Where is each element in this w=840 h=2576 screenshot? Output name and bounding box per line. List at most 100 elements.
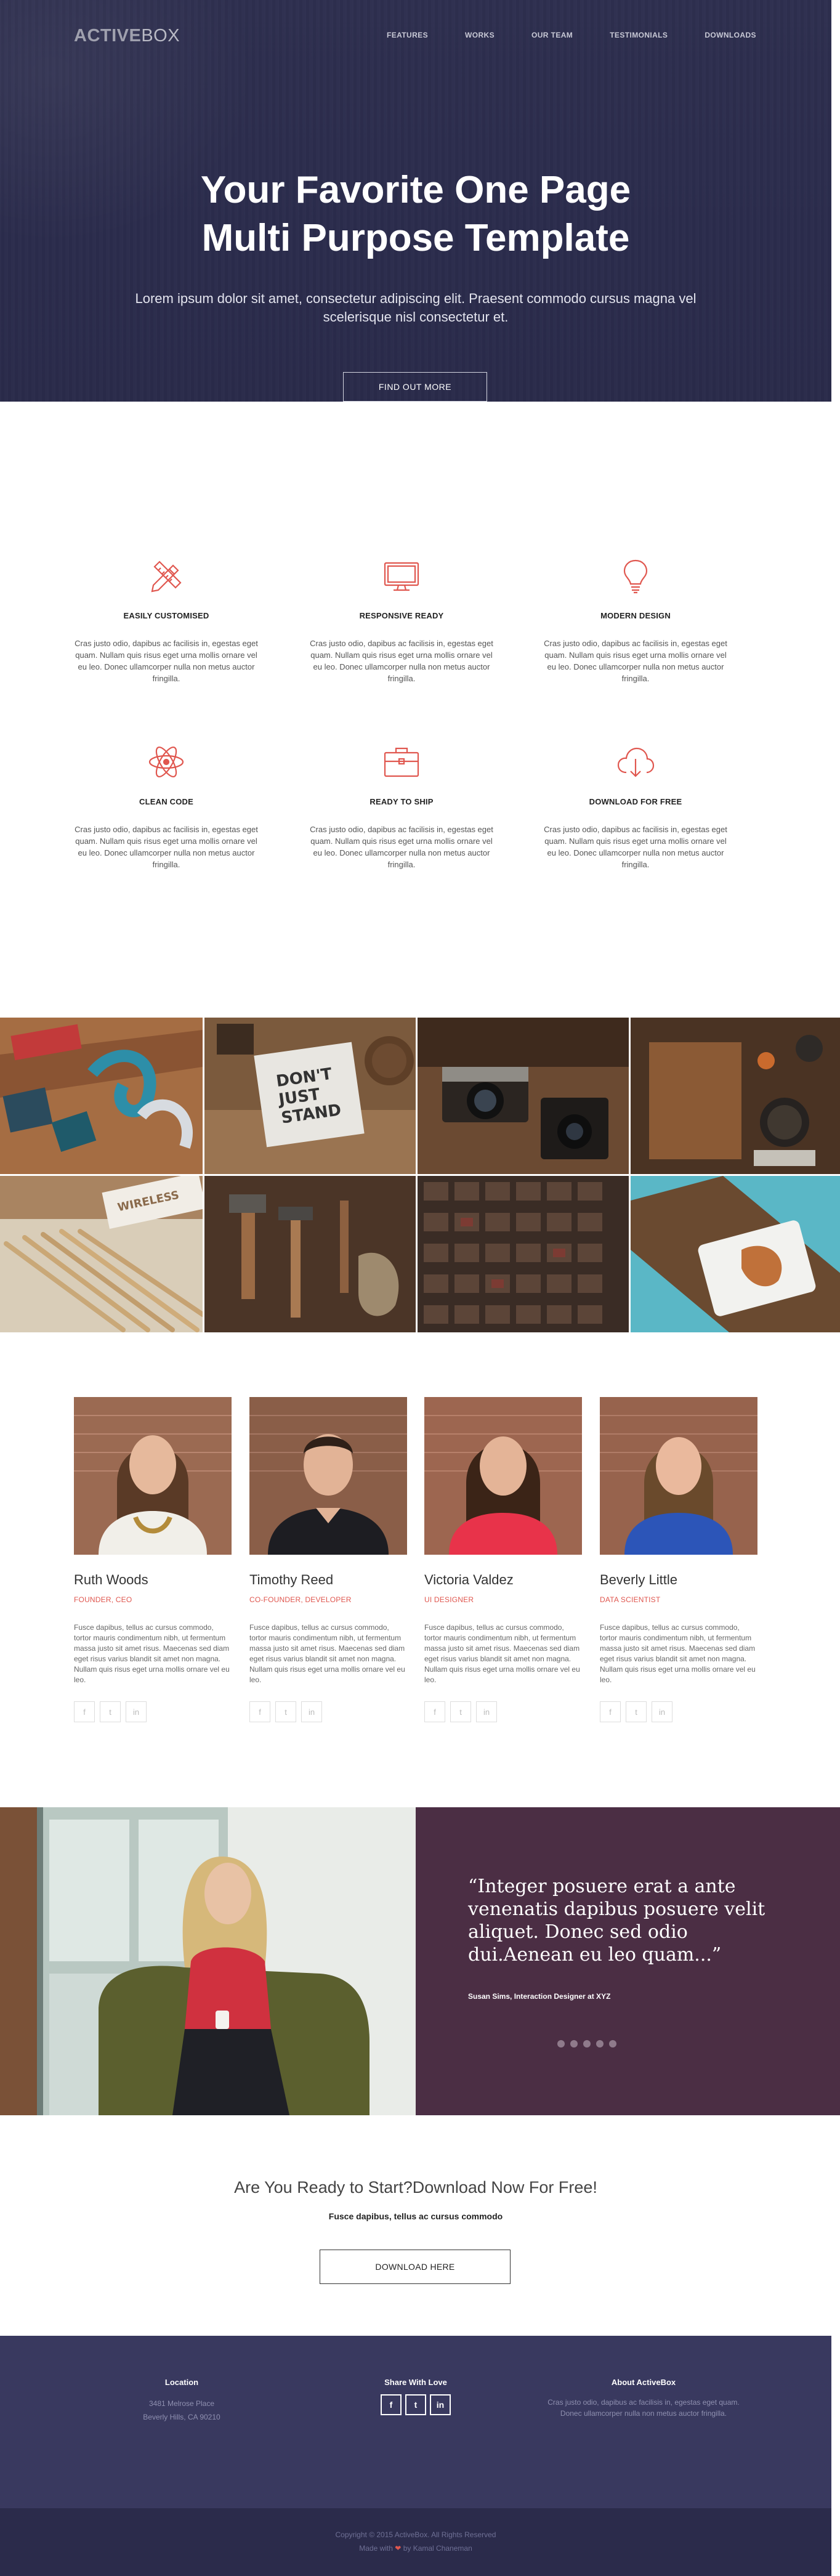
gallery-tile-stationery[interactable] bbox=[0, 1018, 203, 1174]
monitor-icon bbox=[380, 554, 423, 597]
logo[interactable]: ACTIVEBOX bbox=[74, 26, 180, 46]
feature-title: READY TO SHIP bbox=[370, 797, 434, 806]
team-member: Ruth Woods FOUNDER, CEO Fusce dapibus, t… bbox=[74, 1397, 232, 1722]
footer-share-title: Share With Love bbox=[384, 2378, 447, 2387]
footer-location-title: Location bbox=[164, 2378, 199, 2387]
team-socials: f t in bbox=[600, 1701, 757, 1722]
team-member-name: Timothy Reed bbox=[249, 1572, 334, 1587]
team-member-name: Ruth Woods bbox=[74, 1572, 148, 1587]
feature-title: RESPONSIVE READY bbox=[359, 611, 444, 620]
find-out-more-button[interactable]: FIND OUT MORE bbox=[343, 372, 487, 402]
made-with-suffix[interactable]: by Kamal Chaneman bbox=[403, 2544, 472, 2553]
nav-features[interactable]: FEATURES bbox=[387, 31, 428, 39]
team-photo bbox=[74, 1397, 232, 1555]
team-photo bbox=[249, 1397, 407, 1555]
gallery-tile-food-plate[interactable] bbox=[631, 1176, 840, 1332]
twitter-icon[interactable]: t bbox=[450, 1701, 471, 1722]
facebook-icon[interactable]: f bbox=[74, 1701, 95, 1722]
nav-works[interactable]: WORKS bbox=[465, 31, 495, 39]
copyright-text: Copyright © 2015 ActiveBox. All Rights R… bbox=[335, 2530, 496, 2539]
testimonial-quote: “Integer posuere erat a ante venenatis d… bbox=[468, 1876, 765, 1966]
gallery-tile-cameras[interactable] bbox=[418, 1018, 629, 1174]
feature-text: Cras justo odio, dapibus ac facilisis in… bbox=[310, 825, 493, 869]
made-with-line: Made with ❤ by Kamal Chaneman bbox=[0, 2542, 831, 2555]
gallery-tile-dont-stand-there[interactable]: DON'T JUST STAND bbox=[204, 1018, 416, 1174]
team-socials: f t in bbox=[249, 1701, 407, 1722]
feature-item: MODERN DESIGN Cras justo odio, dapibus a… bbox=[543, 554, 728, 684]
feature-title: DOWNLOAD FOR FREE bbox=[589, 797, 682, 806]
team-member-bio: Fusce dapibus, tellus ac cursus commodo,… bbox=[424, 1623, 580, 1684]
nav-downloads[interactable]: DOWNLOADS bbox=[705, 31, 756, 39]
pagination-dot[interactable] bbox=[557, 2040, 565, 2047]
gallery-tile-tools[interactable] bbox=[204, 1176, 416, 1332]
feature-text: Cras justo odio, dapibus ac facilisis in… bbox=[544, 825, 727, 869]
download-here-button[interactable]: DOWNLOAD HERE bbox=[320, 2250, 511, 2284]
twitter-icon[interactable]: t bbox=[275, 1701, 296, 1722]
feature-item: EASILY CUSTOMISED Cras justo odio, dapib… bbox=[74, 554, 259, 684]
linkedin-icon[interactable]: in bbox=[476, 1701, 497, 1722]
nav-our-team[interactable]: OUR TEAM bbox=[531, 31, 573, 39]
feature-item: DOWNLOAD FOR FREE Cras justo odio, dapib… bbox=[543, 740, 728, 870]
feature-item: CLEAN CODE Cras justo odio, dapibus ac f… bbox=[74, 740, 259, 870]
nav-testimonials[interactable]: TESTIMONIALS bbox=[610, 31, 668, 39]
footer-socials: f t in bbox=[342, 2394, 490, 2415]
linkedin-icon[interactable]: in bbox=[430, 2394, 451, 2415]
twitter-icon[interactable]: t bbox=[626, 1701, 647, 1722]
feature-title: MODERN DESIGN bbox=[600, 611, 671, 620]
address-line1: 3481 Melrose Place bbox=[148, 2399, 215, 2408]
footer-address: 3481 Melrose Place Beverly Hills, CA 902… bbox=[108, 2397, 256, 2424]
linkedin-icon[interactable]: in bbox=[652, 1701, 672, 1722]
hero-section: ACTIVEBOX FEATURES WORKS OUR TEAM TESTIM… bbox=[0, 0, 831, 402]
pagination-dot[interactable] bbox=[609, 2040, 616, 2047]
made-with-prefix: Made with bbox=[359, 2544, 393, 2553]
lightbulb-icon bbox=[614, 554, 657, 597]
team-member-name: Victoria Valdez bbox=[424, 1572, 514, 1587]
team-member: Beverly Little DATA SCIENTIST Fusce dapi… bbox=[600, 1397, 757, 1722]
feature-item: RESPONSIVE READY Cras justo odio, dapibu… bbox=[309, 554, 494, 684]
gallery-tile-cutting-board[interactable] bbox=[631, 1018, 840, 1174]
linkedin-icon[interactable]: in bbox=[126, 1701, 147, 1722]
feature-text: Cras justo odio, dapibus ac facilisis in… bbox=[75, 639, 258, 683]
facebook-icon[interactable]: f bbox=[600, 1701, 621, 1722]
page: ACTIVEBOX FEATURES WORKS OUR TEAM TESTIM… bbox=[0, 0, 840, 2576]
facebook-icon[interactable]: f bbox=[249, 1701, 270, 1722]
team-member-role: UI DESIGNER bbox=[424, 1595, 474, 1604]
team-photo bbox=[600, 1397, 757, 1555]
team-member-bio: Fusce dapibus, tellus ac cursus commodo,… bbox=[249, 1623, 405, 1684]
briefcase-icon bbox=[380, 740, 423, 784]
team-socials: f t in bbox=[424, 1701, 582, 1722]
hero-title-line1: Your Favorite One Page bbox=[200, 169, 631, 211]
team-photo bbox=[424, 1397, 582, 1555]
gallery-tile-pencils[interactable]: WIRELESS bbox=[0, 1176, 203, 1332]
hero-subtitle: Lorem ipsum dolor sit amet, consectetur … bbox=[135, 291, 697, 325]
testimonial-photo bbox=[0, 1807, 416, 2115]
twitter-icon[interactable]: t bbox=[405, 2394, 426, 2415]
pagination-dot[interactable] bbox=[570, 2040, 578, 2047]
footer-location: Location 3481 Melrose Place Beverly Hill… bbox=[108, 2378, 256, 2424]
team-member: Victoria Valdez UI DESIGNER Fusce dapibu… bbox=[424, 1397, 582, 1722]
feature-text: Cras justo odio, dapibus ac facilisis in… bbox=[544, 639, 727, 683]
facebook-icon[interactable]: f bbox=[424, 1701, 445, 1722]
atom-icon bbox=[145, 740, 188, 784]
facebook-icon[interactable]: f bbox=[381, 2394, 402, 2415]
pagination-dot[interactable] bbox=[583, 2040, 591, 2047]
logo-light: BOX bbox=[141, 26, 180, 46]
team-member-name: Beverly Little bbox=[600, 1572, 677, 1587]
feature-text: Cras justo odio, dapibus ac facilisis in… bbox=[310, 639, 493, 683]
testimonial-author: Susan Sims, Interaction Designer at XYZ bbox=[468, 1992, 611, 2001]
pencil-ruler-icon bbox=[145, 554, 188, 597]
testimonial-section: “Integer posuere erat a ante venenatis d… bbox=[0, 1807, 840, 2115]
cta-title: Are You Ready to Start?Download Now For … bbox=[234, 2178, 597, 2197]
gallery-tile-letterpress[interactable] bbox=[418, 1176, 629, 1332]
team-member-role: FOUNDER, CEO bbox=[74, 1595, 132, 1604]
linkedin-icon[interactable]: in bbox=[301, 1701, 322, 1722]
feature-text: Cras justo odio, dapibus ac facilisis in… bbox=[75, 825, 258, 869]
team-member-role: CO-FOUNDER, DEVELOPER bbox=[249, 1595, 352, 1604]
pagination-dot[interactable] bbox=[596, 2040, 604, 2047]
cloud-download-icon bbox=[614, 740, 657, 784]
twitter-icon[interactable]: t bbox=[100, 1701, 121, 1722]
heart-icon: ❤ bbox=[395, 2544, 402, 2553]
testimonial-pagination bbox=[557, 2040, 616, 2047]
hero-title-line2: Multi Purpose Template bbox=[201, 217, 630, 259]
cta-subtitle: Fusce dapibus, tellus ac cursus commodo bbox=[328, 2211, 503, 2221]
